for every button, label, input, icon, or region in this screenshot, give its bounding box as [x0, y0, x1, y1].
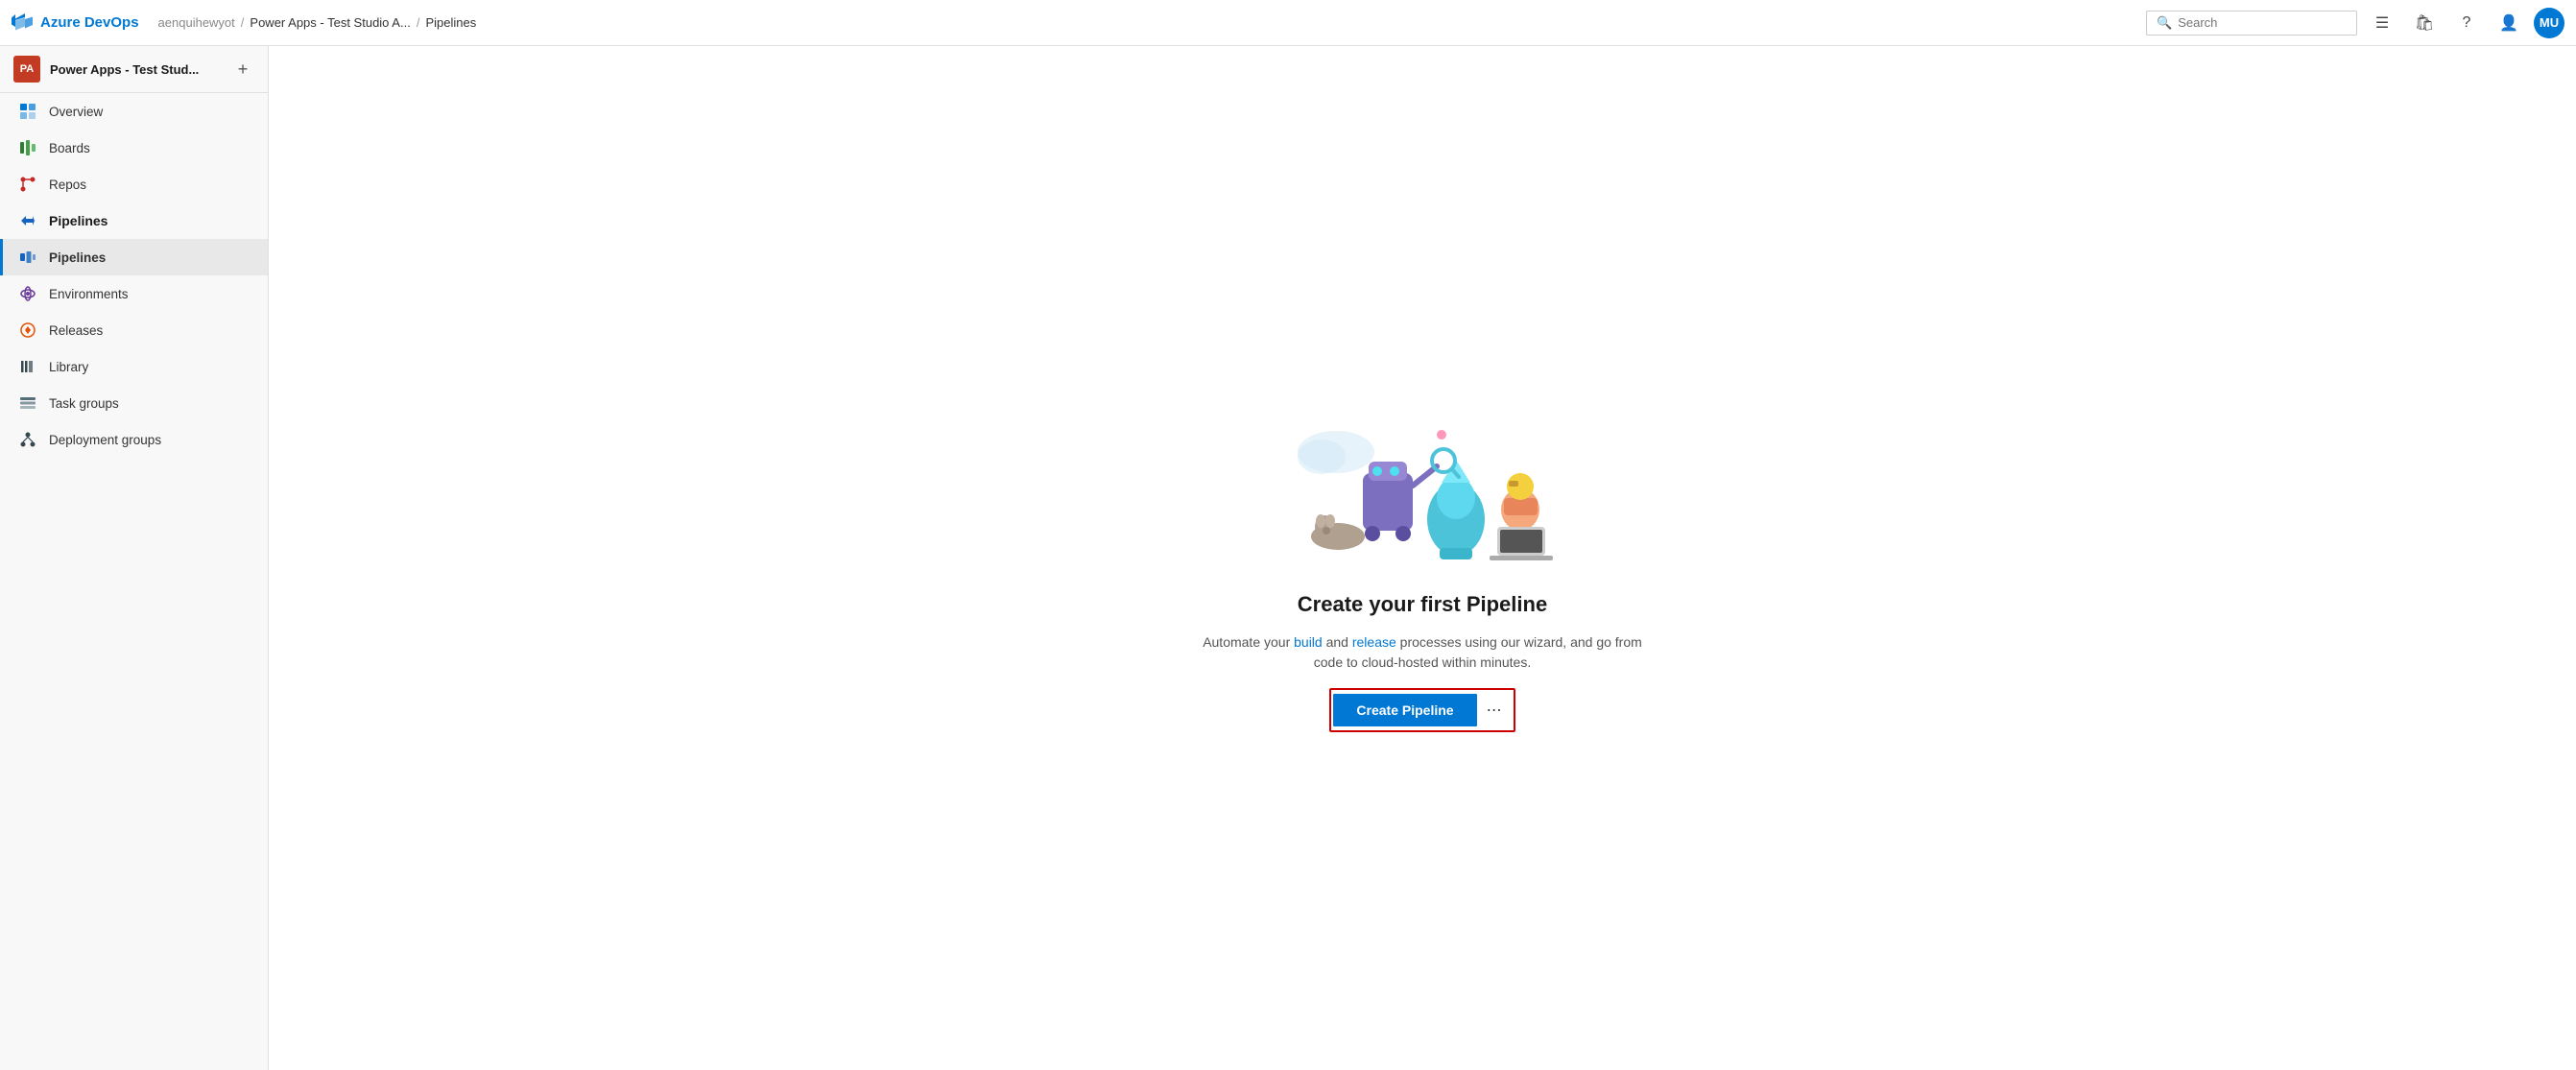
empty-state-title: Create your first Pipeline — [1298, 592, 1547, 617]
layout: PA Power Apps - Test Stud... + Overview — [0, 46, 2576, 1070]
sidebar-item-releases[interactable]: Releases — [0, 312, 268, 348]
sidebar-item-task-groups-label: Task groups — [49, 396, 119, 411]
breadcrumb-current: Pipelines — [425, 15, 476, 30]
library-icon — [18, 357, 37, 376]
search-box[interactable]: 🔍 — [2146, 11, 2357, 36]
sidebar-item-releases-label: Releases — [49, 323, 103, 338]
top-nav-right: 🔍 ☰ 🛍 ? 👤 MU — [2146, 6, 2564, 40]
sidebar-item-environments[interactable]: Environments — [0, 275, 268, 312]
more-options-button[interactable]: ⋯ — [1477, 692, 1512, 728]
breadcrumb: aenquihewyot / Power Apps - Test Studio … — [158, 15, 2138, 30]
bag-icon-button[interactable]: 🛍 — [2407, 6, 2442, 40]
project-name: Power Apps - Test Stud... — [50, 62, 222, 77]
project-header: PA Power Apps - Test Stud... + — [0, 46, 268, 93]
releases-icon — [18, 321, 37, 340]
overview-icon — [18, 102, 37, 121]
create-pipeline-button-group: Create Pipeline ⋯ — [1329, 688, 1515, 732]
sidebar-item-pipelines-header[interactable]: Pipelines — [0, 202, 268, 239]
breadcrumb-sep2: / — [417, 15, 420, 30]
sidebar: PA Power Apps - Test Stud... + Overview — [0, 46, 269, 1070]
avatar-button[interactable]: MU — [2534, 8, 2564, 38]
list-icon-button[interactable]: ☰ — [2365, 6, 2399, 40]
deployment-icon — [18, 430, 37, 449]
brand-name: Azure DevOps — [40, 14, 139, 31]
empty-state-description: Automate your build and release processe… — [1203, 632, 1642, 673]
sidebar-item-library-label: Library — [49, 360, 88, 374]
main-content: Create your first Pipeline Automate your… — [269, 46, 2576, 1070]
breadcrumb-project[interactable]: Power Apps - Test Studio A... — [250, 15, 410, 30]
build-link[interactable]: build — [1294, 634, 1323, 650]
sidebar-item-repos-label: Repos — [49, 178, 86, 192]
hero-illustration — [1269, 385, 1576, 577]
sidebar-item-library[interactable]: Library — [0, 348, 268, 385]
sidebar-item-environments-label: Environments — [49, 287, 129, 301]
pipelines-sub-icon — [18, 248, 37, 267]
release-link[interactable]: release — [1352, 634, 1396, 650]
sidebar-item-repos[interactable]: Repos — [0, 166, 268, 202]
user-icon-button[interactable]: 👤 — [2492, 6, 2526, 40]
breadcrumb-sep1: / — [241, 15, 245, 30]
sidebar-item-deployment-groups[interactable]: Deployment groups — [0, 421, 268, 458]
brand: Azure DevOps — [12, 12, 139, 34]
project-avatar: PA — [13, 56, 40, 83]
empty-state: Create your first Pipeline Automate your… — [1183, 346, 1661, 771]
top-nav: Azure DevOps aenquihewyot / Power Apps -… — [0, 0, 2576, 46]
boards-icon — [18, 138, 37, 157]
sidebar-item-pipelines-label: Pipelines — [49, 250, 106, 265]
help-icon-button[interactable]: ? — [2449, 6, 2484, 40]
sidebar-item-overview-label: Overview — [49, 105, 103, 119]
sidebar-item-boards-label: Boards — [49, 141, 90, 155]
sidebar-item-pipelines[interactable]: Pipelines — [0, 239, 268, 275]
repos-icon — [18, 175, 37, 194]
breadcrumb-org: aenquihewyot — [158, 15, 235, 30]
sidebar-item-overview[interactable]: Overview — [0, 93, 268, 130]
azure-devops-logo — [12, 12, 33, 34]
environments-icon — [18, 284, 37, 303]
sidebar-pipelines-header-label: Pipelines — [49, 213, 107, 228]
sidebar-item-task-groups[interactable]: Task groups — [0, 385, 268, 421]
search-icon: 🔍 — [2157, 15, 2172, 31]
search-input[interactable] — [2178, 15, 2347, 30]
taskgroups-icon — [18, 393, 37, 413]
create-pipeline-button[interactable]: Create Pipeline — [1333, 694, 1476, 726]
sidebar-item-boards[interactable]: Boards — [0, 130, 268, 166]
add-project-button[interactable]: + — [231, 58, 254, 81]
sidebar-item-deployment-groups-label: Deployment groups — [49, 433, 161, 447]
pipelines-header-icon — [18, 211, 37, 230]
